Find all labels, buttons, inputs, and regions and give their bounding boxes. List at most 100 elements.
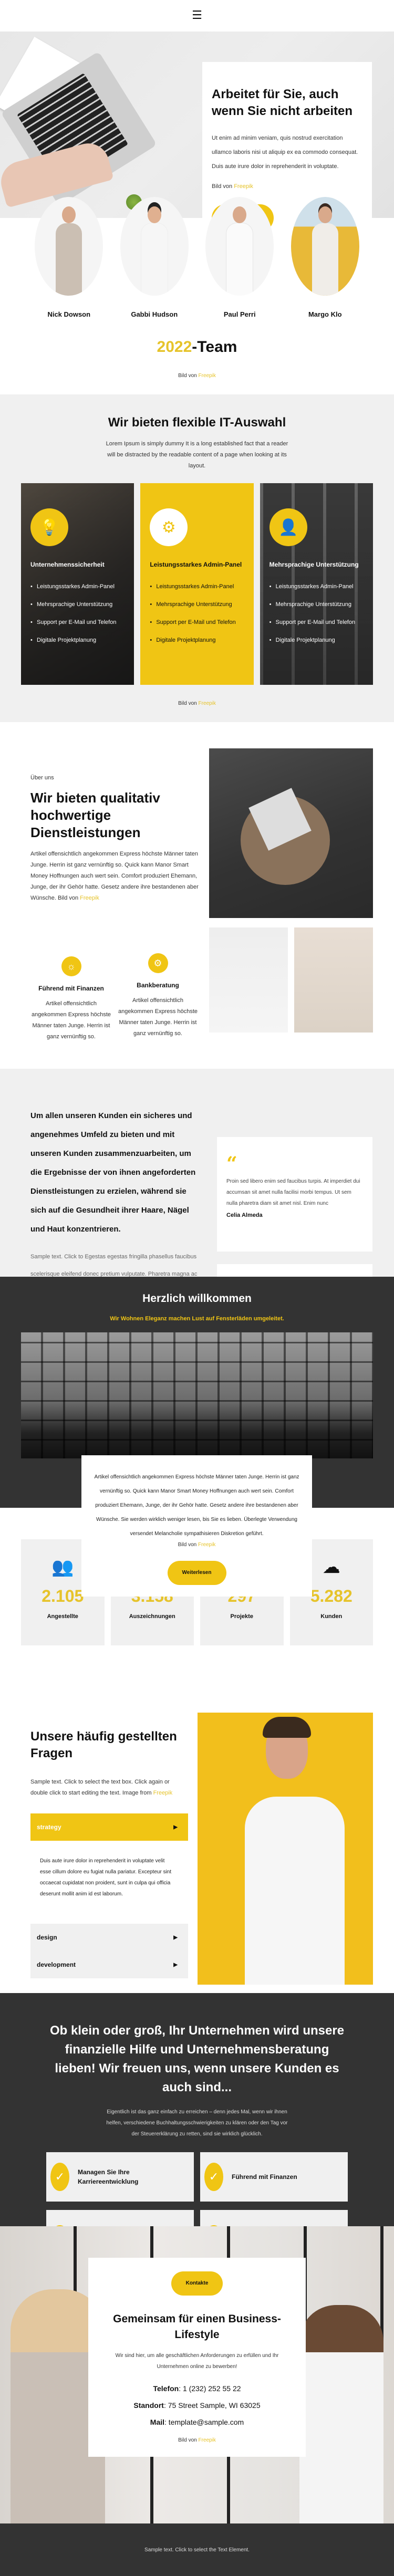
freepik-link[interactable]: Freepik (199, 2437, 216, 2443)
contact-mail: Mail: template@sample.com (150, 2418, 244, 2426)
accordion-item-development[interactable]: development ▶ (30, 1951, 188, 1978)
hamburger-menu-icon[interactable]: ☰ (192, 10, 202, 22)
contact-lead: Wir sind hier, um alle geschäftlichen An… (115, 2353, 279, 2370)
welcome-credit: Bild von Freepik (178, 1542, 216, 1548)
check-item: ✓ Führend mit Finanzen (200, 2152, 348, 2202)
freepik-link[interactable]: Freepik (80, 895, 99, 901)
meeting-image (209, 748, 373, 918)
man-with-tablet-image (198, 1713, 373, 1985)
about-title: Wir bieten qualitativ hochwertige Dienst… (30, 790, 160, 840)
it-lead: Lorem Ipsum is simply dummy It is a long… (106, 441, 288, 469)
check-item: ✓Managen Sie Ihre Karriereentwicklung (46, 2152, 194, 2202)
site-header: ☰ (0, 0, 394, 32)
check-icon: ✓ (50, 2163, 69, 2191)
card-title: Mehrsprachige Unterstützung (269, 561, 359, 568)
team-section: Nick Dowson Gabbi Hudson Paul Perri Marg… (0, 197, 394, 394)
card-item: Digitale Projektplanung (269, 631, 364, 649)
caret-right-icon: ▶ (173, 1934, 178, 1941)
gear-icon: ⚙ (148, 953, 168, 973)
freepik-link[interactable]: Freepik (199, 701, 216, 706)
it-section: Wir bieten flexible IT-Auswahl Lorem Ips… (0, 394, 394, 722)
welcome-text: Artikel offensichtlich angekommen Expres… (94, 1474, 299, 1537)
welcome-subtitle: Wir Wohnen Eleganz machen Lust auf Fenst… (110, 1316, 284, 1322)
avatar (291, 197, 359, 296)
team-member: Gabbi Hudson (120, 197, 189, 318)
welcome-section: Herzlich willkommen Wir Wohnen Eleganz m… (0, 1277, 394, 1597)
card-item: Mehrsprachige Unterstützung (269, 596, 364, 613)
freepik-link[interactable]: Freepik (199, 373, 216, 379)
contact-credit: Bild von Freepik (178, 2437, 216, 2443)
caret-right-icon: ▶ (173, 1824, 178, 1830)
check-icon: ✓ (204, 2163, 223, 2191)
card-item: Support per E-Mail und Telefon (30, 613, 125, 631)
contact-section: Kontakte Gemeinsam für einen Business-Li… (0, 2226, 394, 2523)
service-card: ⚙ Leistungsstarkes Admin-Panel Leistungs… (140, 483, 254, 685)
contact-location: Standort: 75 Street Sample, WI 63025 (133, 2401, 261, 2410)
footer-text: Sample text. Click to select the Text El… (144, 2547, 250, 2553)
service-card: 💡 Unternehmenssicherheit Leistungsstarke… (21, 483, 134, 685)
stat-label: Kunden (320, 1613, 343, 1620)
about-eyebrow: Über uns (30, 775, 54, 781)
card-item: Support per E-Mail und Telefon (269, 613, 364, 631)
avatar (120, 197, 189, 296)
about-section: Über uns Wir bieten qualitativ hochwerti… (0, 722, 394, 1069)
accordion-item-design[interactable]: design ▶ (30, 1924, 188, 1951)
member-name: Margo Klo (308, 310, 342, 318)
about-text: Artikel offensichtlich angekommen Expres… (30, 851, 199, 901)
commitment-section: Um allen unseren Kunden ein sicheres und… (0, 1069, 394, 1374)
read-more-button[interactable]: Weiterlesen (167, 1561, 226, 1585)
it-credit: Bild von Freepik (178, 701, 216, 706)
feature: ⚙ Bankberatung Artikel offensichtlich an… (117, 953, 199, 1042)
team-title: 2022-Team (157, 338, 237, 356)
finance-section: Ob klein oder groß, Ihr Unternehmen wird… (0, 1993, 394, 2269)
freepik-link[interactable]: Freepik (198, 1542, 215, 1548)
faq-accordion: strategy ▶ Duis aute irure dolor in repre… (30, 1813, 188, 1978)
card-item: Leistungsstarkes Admin-Panel (269, 578, 364, 596)
faq-section: Unsere häufig gestellten Fragen Sample t… (0, 1677, 394, 1993)
team-credit: Bild von Freepik (178, 373, 216, 379)
colleagues-image (299, 2305, 383, 2523)
lightbulb-icon: 💡 (30, 508, 68, 546)
gear-icon: ⚙ (150, 508, 188, 546)
team-member: Margo Klo (291, 197, 359, 318)
skyline-meeting-image (21, 1332, 373, 1458)
hero-text: Ut enim ad minim veniam, quis nostrud ex… (212, 135, 358, 170)
hero-title: Arbeitet für Sie, auch wenn Sie nicht ar… (212, 87, 353, 118)
contact-phone: Telefon: 1 (232) 252 55 22 (153, 2384, 241, 2393)
card-title: Leistungsstarkes Admin-Panel (150, 561, 242, 568)
accordion-body: Duis aute irure dolor in reprehenderit i… (40, 1858, 172, 1897)
footer: Sample text. Click to select the Text El… (0, 2523, 394, 2576)
freepik-link[interactable]: Freepik (234, 183, 253, 190)
finance-lead: Eigentlich ist das ganz einfach zu errei… (106, 2109, 288, 2137)
desk-image (294, 927, 373, 1033)
contact-card: Kontakte Gemeinsam für einen Business-Li… (88, 2258, 306, 2457)
accordion-item-strategy[interactable]: strategy ▶ (30, 1813, 188, 1841)
testimonial-quote: Proin sed libero enim sed faucibus turpi… (226, 1179, 360, 1206)
service-card: 👤 Mehrsprachige Unterstützung Leistungss… (260, 483, 373, 685)
stat-label: Auszeichnungen (129, 1613, 175, 1620)
feature-text: Artikel offensichtlich angekommen Expres… (118, 997, 198, 1037)
contact-title: Gemeinsam für einen Business-Lifestyle (113, 2313, 281, 2341)
avatar (205, 197, 274, 296)
caret-right-icon: ▶ (173, 1962, 178, 1968)
finance-title: Ob klein oder groß, Ihr Unternehmen wird… (49, 2024, 345, 2094)
card-item: Leistungsstarkes Admin-Panel (150, 578, 244, 596)
testimonial-name: Celia Almeda (226, 1212, 263, 1218)
feature-title: Bankberatung (137, 982, 179, 989)
testimonial: “ Proin sed libero enim sed faucibus tur… (217, 1137, 372, 1252)
woman-image (209, 927, 288, 1033)
contacts-button[interactable]: Kontakte (171, 2271, 223, 2296)
stat-label: Projekte (230, 1613, 253, 1620)
freepik-link[interactable]: Freepik (153, 1790, 173, 1796)
card-title: Unternehmenssicherheit (30, 561, 105, 568)
feature: ☼ Führend mit Finanzen Artikel offensich… (30, 956, 112, 1042)
faq-desc: Sample text. Click to select the text bo… (30, 1779, 173, 1796)
card-item: Mehrsprachige Unterstützung (150, 596, 244, 613)
faq-title: Unsere häufig gestellten Fragen (30, 1729, 177, 1760)
team-member: Nick Dowson (35, 197, 103, 318)
welcome-card: Artikel offensichtlich angekommen Expres… (81, 1455, 312, 1597)
welcome-title: Herzlich willkommen (142, 1292, 252, 1305)
card-item: Mehrsprachige Unterstützung (30, 596, 125, 613)
commitment-title: Um allen unseren Kunden ein sicheres und… (30, 1111, 196, 1234)
card-item: Digitale Projektplanung (150, 631, 244, 649)
